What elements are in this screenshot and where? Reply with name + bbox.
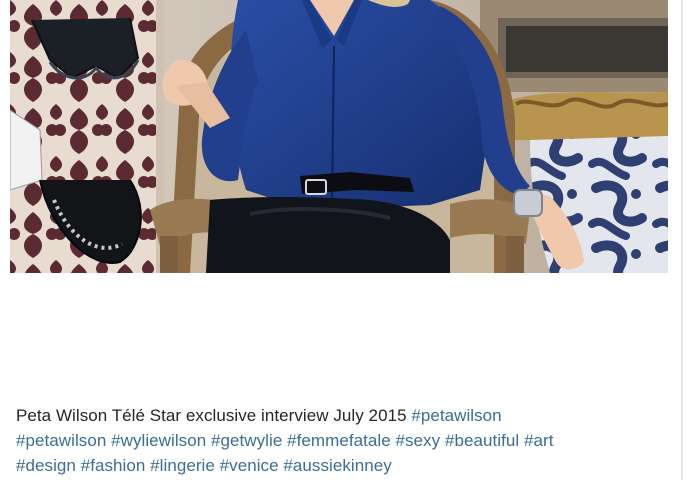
hashtag-link[interactable]: #wyliewilson (111, 431, 206, 450)
caption-text: Peta Wilson Télé Star exclusive intervie… (16, 406, 407, 425)
hashtag-link[interactable]: #petawilson (411, 406, 501, 425)
hashtag-link[interactable]: #venice (220, 456, 279, 475)
hashtag-link[interactable]: #petawilson (16, 431, 106, 450)
hashtag-link[interactable]: #femmefatale (287, 431, 391, 450)
hashtag-link[interactable]: #lingerie (150, 456, 215, 475)
post-caption: Peta Wilson Télé Star exclusive intervie… (16, 403, 676, 478)
hashtag-link[interactable]: #design (16, 456, 76, 475)
hashtag-link[interactable]: #art (524, 431, 554, 450)
caption-line-3: #design #fashion #lingerie #venice #auss… (16, 453, 676, 478)
hashtag-link[interactable]: #beautiful (445, 431, 519, 450)
scrollbar-edge (681, 0, 683, 480)
post-photo[interactable] (10, 0, 668, 273)
hashtag-link[interactable]: #getwylie (211, 431, 282, 450)
hashtag-link[interactable]: #fashion (81, 456, 146, 475)
instagram-post: Peta Wilson Télé Star exclusive intervie… (0, 0, 690, 480)
hashtag-link[interactable]: #sexy (396, 431, 441, 450)
caption-line-2: #petawilson #wyliewilson #getwylie #femm… (16, 428, 676, 453)
caption-line-1: Peta Wilson Télé Star exclusive intervie… (16, 403, 676, 428)
photo-illustration (10, 0, 668, 273)
hashtag-link[interactable]: #aussiekinney (283, 456, 391, 475)
